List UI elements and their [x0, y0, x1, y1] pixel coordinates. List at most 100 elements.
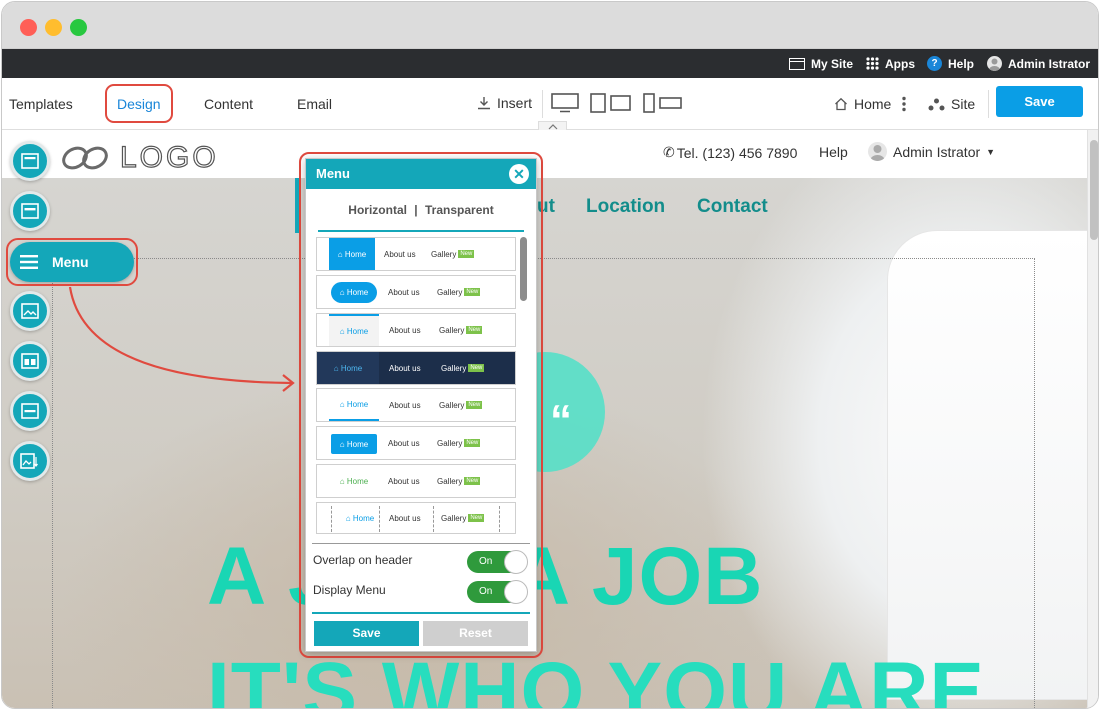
house-icon: ⌂	[339, 439, 345, 449]
tab-content[interactable]: Content	[204, 96, 253, 112]
option-home-item: ⌂ Home	[331, 465, 377, 497]
desktop-view-icon[interactable]	[551, 93, 579, 113]
site-help-link[interactable]: Help	[819, 144, 848, 160]
house-icon: ⌂	[345, 513, 351, 523]
menu-style-option[interactable]: ⌂ Home About us Gallery New	[316, 464, 516, 498]
display-menu-toggle[interactable]: On	[467, 580, 528, 604]
display-toggle-state: On	[479, 586, 493, 597]
download-icon	[478, 97, 490, 110]
house-icon: ⌂	[339, 476, 345, 486]
option-gallery-item: Gallery New	[437, 465, 481, 497]
tab-templates[interactable]: Templates	[9, 96, 73, 112]
overlap-header-label: Overlap on header	[313, 553, 413, 567]
mobile-view-icon[interactable]	[643, 93, 683, 113]
menu-save-button[interactable]: Save	[314, 621, 419, 646]
sidebar-footer-button[interactable]	[10, 391, 50, 431]
sidebar-gallery-button[interactable]	[10, 341, 50, 381]
image-icon	[21, 303, 39, 319]
panel-scrollbar-thumb[interactable]	[520, 237, 527, 301]
user-menu[interactable]: Admin Istrator	[987, 49, 1090, 78]
option-about-item: About us	[389, 513, 421, 523]
house-icon: ⌂	[339, 399, 345, 409]
close-window-button[interactable]	[20, 19, 37, 36]
option-gallery-label: Gallery	[439, 325, 465, 335]
option-home-label: Home	[346, 399, 369, 409]
option-home-item: ⌂ Home	[329, 314, 379, 346]
insert-label: Insert	[497, 95, 533, 111]
help-label: Help	[948, 56, 975, 71]
my-site-link[interactable]: My Site	[789, 49, 853, 78]
site-button[interactable]: Site	[928, 96, 975, 112]
tab-email[interactable]: Email	[297, 96, 332, 112]
option-divider	[433, 506, 434, 532]
top-bar: My Site Apps ? Help Admin Istrator	[2, 49, 1098, 78]
apps-link[interactable]: Apps	[866, 49, 915, 78]
user-label: Admin Istrator	[1008, 56, 1091, 71]
sidebar-section-button[interactable]	[10, 191, 50, 231]
close-icon[interactable]: ✕	[509, 164, 529, 184]
page-selector[interactable]: Home	[834, 96, 891, 112]
phone-number: Tel. (123) 456 7890	[676, 144, 798, 161]
more-options-icon[interactable]	[901, 96, 907, 112]
apps-label: Apps	[885, 56, 915, 71]
new-badge: New	[464, 477, 481, 485]
display-menu-label: Display Menu	[313, 583, 386, 597]
tab-transparent[interactable]: Transparent	[425, 203, 494, 217]
chevron-up-icon	[548, 123, 557, 129]
site-label: Site	[951, 96, 976, 112]
footer-layout-icon	[21, 403, 39, 419]
tablet-view-icon[interactable]	[590, 93, 632, 113]
gallery-layout-icon	[21, 353, 39, 369]
minimize-window-button[interactable]	[45, 19, 62, 36]
menu-panel-header: Menu ✕	[306, 159, 536, 189]
option-home-label: Home	[346, 476, 369, 486]
canvas-scrollbar[interactable]	[1087, 130, 1098, 708]
menu-style-option[interactable]: ⌂ Home About us Gallery New	[316, 275, 516, 309]
option-gallery-item: Gallery New	[441, 352, 485, 384]
option-home-item: ⌂ Home	[329, 238, 375, 270]
menu-style-option[interactable]: ⌂ Home About us Gallery New	[316, 388, 516, 422]
option-gallery-label: Gallery	[441, 513, 467, 523]
site-logo[interactable]: LOGO	[60, 140, 219, 175]
nav-link-location[interactable]: Location	[586, 196, 665, 218]
sidebar-header-button[interactable]	[10, 141, 50, 181]
nav-link-contact[interactable]: Contact	[697, 196, 768, 218]
site-user-menu[interactable]: Admin Istrator ▼	[868, 142, 995, 161]
menu-style-option[interactable]: ⌂ Home About us Gallery New	[316, 313, 516, 347]
option-about-item: About us	[389, 363, 421, 373]
menu-style-option[interactable]: ⌂ Home About us Gallery New	[316, 426, 516, 460]
option-home-label: Home	[346, 326, 369, 336]
sidebar-image-button[interactable]	[10, 291, 50, 331]
save-button[interactable]: Save	[996, 86, 1083, 117]
option-home-item: ⌂ Home	[337, 503, 383, 533]
option-gallery-label: Gallery	[437, 438, 463, 448]
menu-reset-button[interactable]: Reset	[423, 621, 528, 646]
editor-toolbar: Templates Design Content Email Insert Ho…	[2, 78, 1098, 131]
scrollbar-thumb[interactable]	[1090, 140, 1098, 240]
toggle-knob	[504, 580, 528, 604]
overlap-header-toggle[interactable]: On	[467, 550, 528, 574]
insert-button[interactable]: Insert	[477, 95, 532, 111]
sidebar-media-button[interactable]	[10, 441, 50, 481]
option-home-label: Home	[346, 439, 369, 449]
menu-style-option[interactable]: ⌂ Home About us Gallery New	[316, 237, 516, 271]
browser-window: My Site Apps ? Help Admin Istrator Templ…	[1, 1, 1099, 709]
menu-style-option[interactable]: ⌂ Home About us Gallery New	[316, 351, 516, 385]
maximize-window-button[interactable]	[70, 19, 87, 36]
help-link[interactable]: ? Help	[927, 49, 974, 78]
menu-settings-panel: Menu ✕ Horizontal | Transparent ⌂ Home A…	[305, 158, 537, 652]
home-icon	[835, 97, 847, 111]
toolbar-divider	[542, 90, 543, 118]
menu-style-option[interactable]: ⌂ Home About us Gallery New	[316, 502, 516, 534]
tab-separator: |	[414, 203, 418, 217]
option-about-item: About us	[388, 438, 420, 448]
house-icon: ⌂	[339, 288, 345, 297]
panel-footer-divider	[312, 612, 530, 614]
design-tab-highlight	[105, 84, 173, 123]
panel-divider	[312, 543, 530, 544]
option-gallery-label: Gallery	[431, 249, 457, 259]
menu-style-tabs: Horizontal | Transparent	[318, 203, 524, 217]
new-badge: New	[466, 401, 483, 409]
new-badge: New	[466, 326, 483, 334]
tab-horizontal[interactable]: Horizontal	[348, 203, 407, 217]
